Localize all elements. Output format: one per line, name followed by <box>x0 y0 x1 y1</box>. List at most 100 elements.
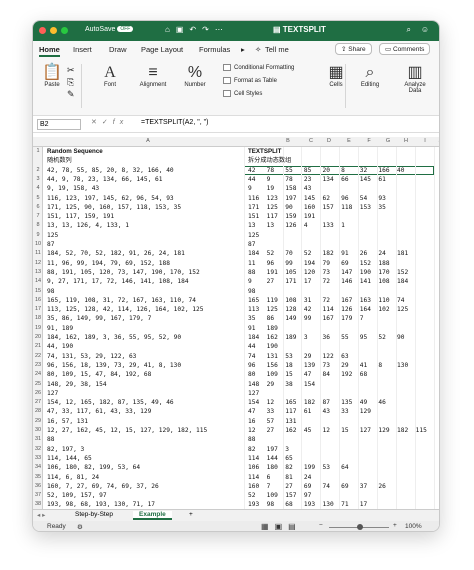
sheet-tab-step-by-step[interactable]: Step-by-Step <box>75 511 113 518</box>
conditional-formatting-button[interactable]: Conditional Formatting <box>223 64 294 71</box>
worksheet-grid[interactable]: 1 Random Sequence TEXTSPLIT 随机数列 拆分成动态数组 2 42,… <box>33 147 439 509</box>
row-number[interactable]: 30 <box>33 426 43 435</box>
row-number[interactable]: 8 <box>33 221 43 230</box>
cell-b[interactable]: 11 96 99 194 79 69 152 188 <box>248 259 390 268</box>
row-number[interactable]: 6 <box>33 203 43 212</box>
column-header-f[interactable]: F <box>363 138 375 144</box>
sheet-tab-example[interactable]: Example <box>133 511 172 520</box>
row-number[interactable]: 13 <box>33 268 43 277</box>
cell-b[interactable]: 154 12 165 182 87 135 49 46 <box>248 398 386 407</box>
copy-icon[interactable]: ⎘ <box>67 76 75 88</box>
more-icon[interactable]: ⋯ <box>215 25 229 34</box>
row-number[interactable]: 15 <box>33 287 43 296</box>
cell-a[interactable]: 88, 191, 105, 120, 73, 147, 190, 170, 15… <box>47 268 200 277</box>
cell-b[interactable]: 127 <box>248 389 259 398</box>
cell-a[interactable]: 114, 144, 65 <box>47 454 92 463</box>
cell-b[interactable]: 114 6 81 24 <box>248 473 311 482</box>
row-number[interactable]: 26 <box>33 389 43 398</box>
cut-icon[interactable]: ✂ <box>67 64 75 76</box>
row-number[interactable]: 16 <box>33 296 43 305</box>
row-number[interactable]: 31 <box>33 435 43 444</box>
cell-b[interactable]: 47 33 117 61 43 33 129 <box>248 407 371 416</box>
row-number[interactable]: 10 <box>33 240 43 249</box>
comments-button[interactable]: ▭ Comments <box>379 43 431 55</box>
function-icon[interactable]: fx <box>113 119 128 126</box>
column-header-d[interactable]: D <box>323 138 335 144</box>
undo-icon[interactable]: ↶ <box>189 25 202 34</box>
cell-b[interactable]: 80 109 15 47 84 192 68 <box>248 370 367 379</box>
cell-b[interactable]: TEXTSPLIT <box>248 147 281 156</box>
cell-b[interactable]: 44 190 <box>248 342 278 351</box>
tab-formulas[interactable]: Formulas <box>199 45 230 54</box>
row-number[interactable]: 21 <box>33 342 43 351</box>
alignment-button[interactable]: ≡ Alignment <box>131 64 175 88</box>
cell-a[interactable]: 114, 6, 81, 24 <box>47 473 99 482</box>
tab-home[interactable]: Home <box>39 45 60 57</box>
cell-a[interactable]: 154, 12, 165, 182, 87, 135, 49, 46 <box>47 398 174 407</box>
cell-b[interactable]: 148 29 38 154 <box>248 380 315 389</box>
cell-b[interactable]: 88 191 105 120 73 147 190 170 152 <box>248 268 408 277</box>
format-painter-icon[interactable]: ✎ <box>67 88 75 100</box>
column-header-h[interactable]: H <box>400 138 412 144</box>
row-number[interactable]: 32 <box>33 445 43 454</box>
row-number[interactable]: 33 <box>33 454 43 463</box>
row-number[interactable]: 27 <box>33 398 43 407</box>
autosave[interactable]: AutoSave OFF <box>85 26 134 33</box>
cell-b[interactable]: 106 180 82 199 53 64 <box>248 463 349 472</box>
row-number[interactable]: 37 <box>33 491 43 500</box>
page-layout-view-icon[interactable]: ▣ <box>275 522 289 531</box>
cell-b[interactable]: 91 189 <box>248 324 278 333</box>
row-number[interactable]: 7 <box>33 212 43 221</box>
cell-b[interactable]: 82 197 3 <box>248 445 289 454</box>
cell-b[interactable]: 12 27 162 45 12 15 127 129 182 115 <box>248 426 427 435</box>
autosave-toggle[interactable]: OFF <box>117 26 134 33</box>
number-button[interactable]: % Number <box>179 64 211 88</box>
cell-a[interactable]: 184, 162, 189, 3, 36, 55, 95, 52, 90 <box>47 333 181 342</box>
add-sheet-button[interactable]: + <box>189 511 193 518</box>
cell-a[interactable]: 87 <box>47 240 54 249</box>
cell-a[interactable]: 88 <box>47 435 54 444</box>
row-number[interactable]: 29 <box>33 417 43 426</box>
cell-a[interactable]: 随机数列 <box>47 156 72 165</box>
cell-a[interactable]: 9, 19, 158, 43 <box>47 184 99 193</box>
cell-a[interactable]: 12, 27, 162, 45, 12, 15, 127, 129, 182, … <box>47 426 207 435</box>
row-number[interactable]: 36 <box>33 482 43 491</box>
cell-a[interactable]: 125 <box>47 231 58 240</box>
zoom-window-button[interactable] <box>61 27 68 34</box>
cell-a[interactable]: 148, 29, 38, 154 <box>47 380 107 389</box>
row-number[interactable]: 19 <box>33 324 43 333</box>
cell-b[interactable]: 193 98 68 193 130 71 17 <box>248 500 367 509</box>
cell-b[interactable]: 9 27 171 17 72 146 141 108 184 <box>248 277 408 286</box>
row-number[interactable]: 2 <box>33 166 43 175</box>
row-number[interactable]: 35 <box>33 473 43 482</box>
row-number[interactable]: 9 <box>33 231 43 240</box>
column-header-i[interactable]: I <box>419 138 431 144</box>
cell-b[interactable]: 98 <box>248 287 255 296</box>
cell-b[interactable]: 88 <box>248 435 255 444</box>
cell-b[interactable]: 87 <box>248 240 255 249</box>
cell-b[interactable]: 114 144 65 <box>248 454 293 463</box>
cell-a[interactable]: 80, 109, 15, 47, 84, 192, 68 <box>47 370 151 379</box>
editing-button[interactable]: ⌕ Editing <box>355 64 385 88</box>
cell-b[interactable]: 171 125 90 160 157 118 153 35 <box>248 203 386 212</box>
cell-a[interactable]: 160, 7, 27, 69, 74, 69, 37, 26 <box>47 482 159 491</box>
analyze-data-button[interactable]: ▥ Analyze Data <box>397 64 433 94</box>
cell-a[interactable]: 96, 156, 18, 139, 73, 29, 41, 8, 130 <box>47 361 181 370</box>
row-number[interactable]: 11 <box>33 249 43 258</box>
row-number[interactable]: 28 <box>33 407 43 416</box>
cell-b[interactable]: 16 57 131 <box>248 417 296 426</box>
normal-view-icon[interactable]: ▦ <box>261 522 275 531</box>
cell-b[interactable]: 74 131 53 29 122 63 <box>248 352 349 361</box>
cell-a[interactable]: 52, 109, 157, 97 <box>47 491 107 500</box>
redo-icon[interactable]: ↷ <box>202 25 215 34</box>
cell-b[interactable]: 113 125 128 42 114 126 164 102 125 <box>248 305 408 314</box>
cell-a[interactable]: 44, 190 <box>47 342 73 351</box>
cell-a[interactable]: 42, 78, 55, 85, 20, 8, 32, 166, 40 <box>47 166 174 175</box>
cell-a[interactable]: 165, 119, 108, 31, 72, 167, 163, 110, 74 <box>47 296 196 305</box>
cells-button[interactable]: ▦ Cells <box>323 64 349 88</box>
row-number[interactable]: 24 <box>33 370 43 379</box>
column-header-a[interactable]: A <box>133 138 163 144</box>
paste-button[interactable]: 📋 Paste <box>39 64 65 88</box>
row-number[interactable]: 1 <box>33 147 43 156</box>
cell-a[interactable]: 91, 189 <box>47 324 73 333</box>
